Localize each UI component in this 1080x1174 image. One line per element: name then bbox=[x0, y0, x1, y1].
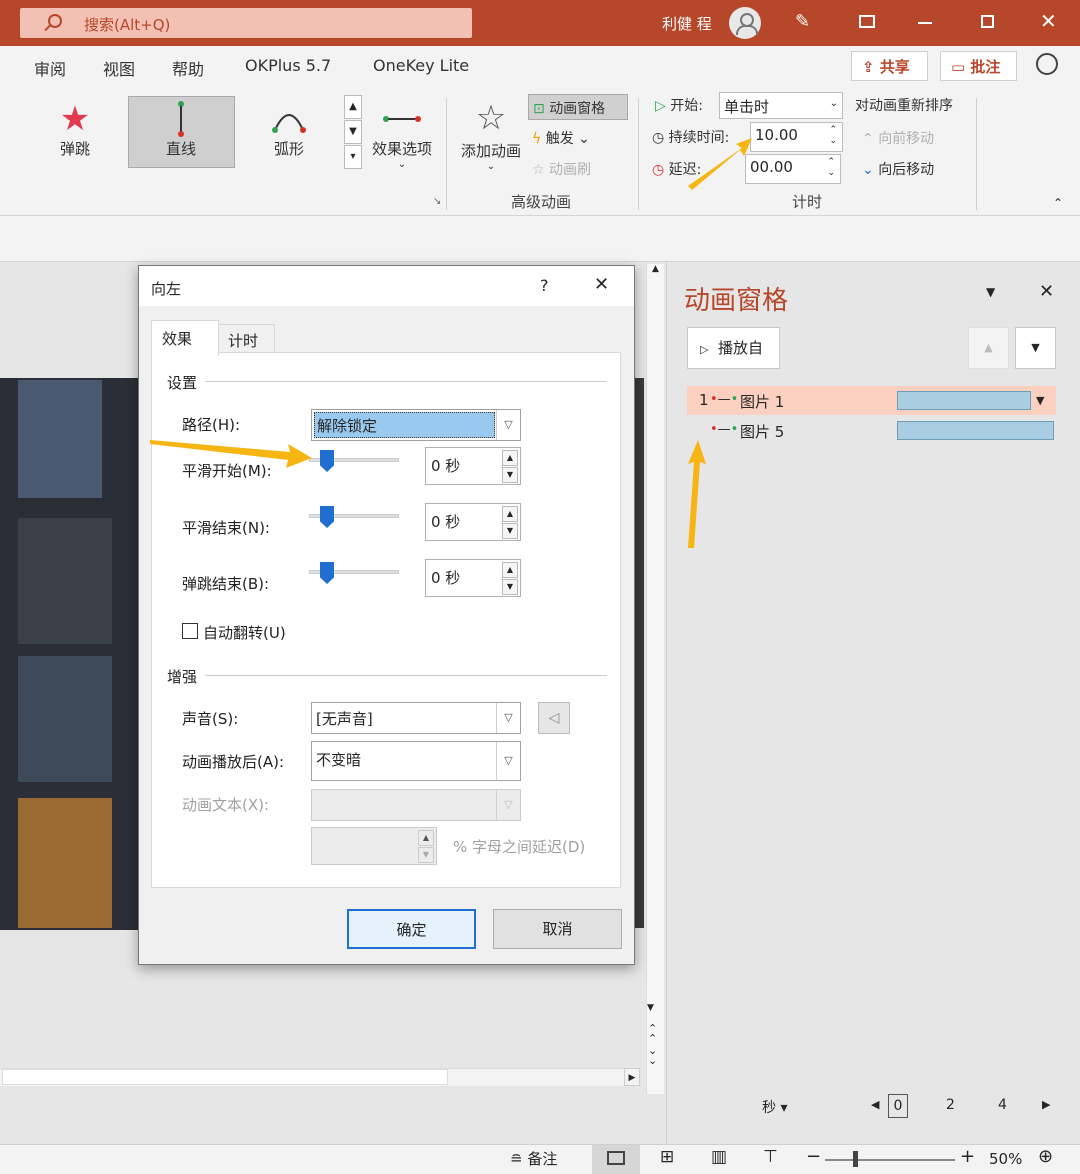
annotation-arrow-icon bbox=[150, 440, 312, 468]
annotation-arrow-icon bbox=[688, 440, 706, 548]
annotation-arrow-icon bbox=[688, 138, 752, 190]
tab-effect[interactable]: 效果 bbox=[151, 320, 219, 356]
annotation-arrows bbox=[150, 138, 752, 548]
